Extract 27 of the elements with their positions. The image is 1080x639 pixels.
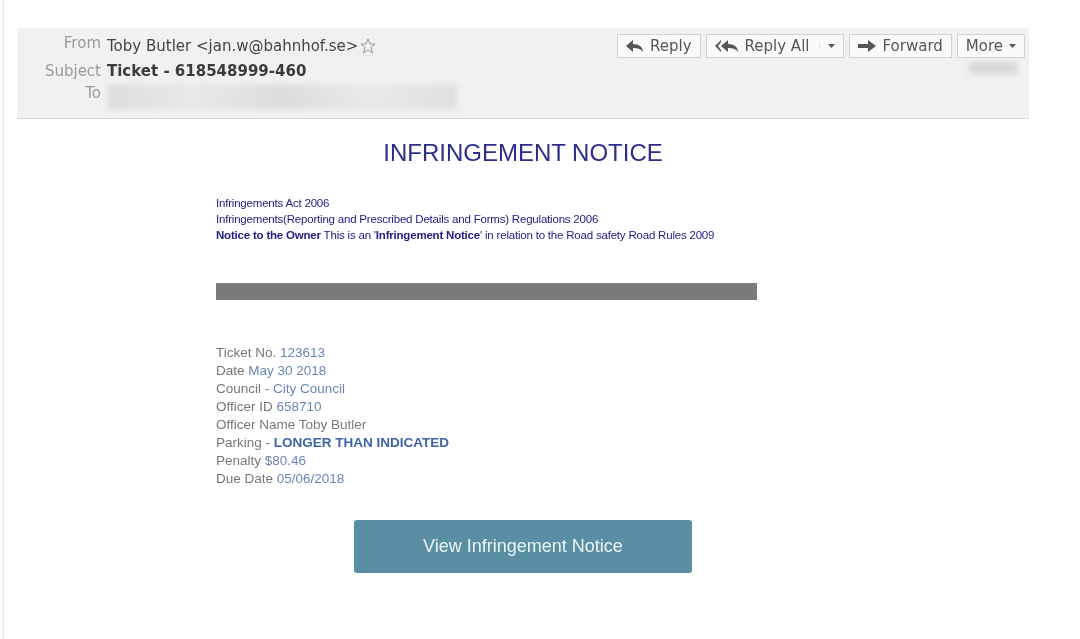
detail-line: Parking - LONGER THAN INDICATED [216, 434, 451, 452]
subject: Ticket - 618548999-460 [107, 62, 308, 80]
notice-title: INFRINGEMENT NOTICE [382, 139, 664, 167]
forward-icon [858, 40, 877, 52]
reply-icon [626, 40, 644, 52]
reply-all-icon [714, 40, 739, 52]
subject-label: Subject [43, 62, 101, 80]
detail-line: Due Date 05/06/2018 [216, 470, 346, 488]
caret-icon [1009, 44, 1016, 48]
detail-line: Council - City Council [216, 380, 347, 398]
to-label: To [84, 84, 101, 104]
more-button[interactable]: More [956, 34, 1025, 58]
detail-line: Officer ID 658710 [216, 398, 323, 416]
forward-button[interactable]: Forward [849, 34, 952, 58]
from-label: From [62, 34, 101, 54]
star-icon[interactable] [360, 38, 377, 54]
detail-line: Ticket No. 123613 [216, 344, 327, 362]
detail-line: Date May 30 2018 [216, 362, 328, 380]
detail-line: Officer Name Toby Butler [216, 416, 368, 434]
intro-text: Notice to the Owner This is an 'Infringement Notice' in relation to the Road safety Road Rules 2009 [216, 228, 716, 243]
reply-button[interactable]: Reply [617, 34, 701, 58]
detail-line: Penalty $80.46 [216, 452, 308, 470]
sender: Toby Butler <jan.w@bahnhof.se> [107, 37, 359, 55]
intro-text: Infringements Act 2006 [216, 196, 331, 211]
reply-all-button[interactable]: Reply All [705, 34, 845, 58]
caret-icon [828, 44, 836, 48]
intro-text: Infringements(Reporting and Prescribed Details and Forms) Regulations 2006 [216, 212, 600, 227]
